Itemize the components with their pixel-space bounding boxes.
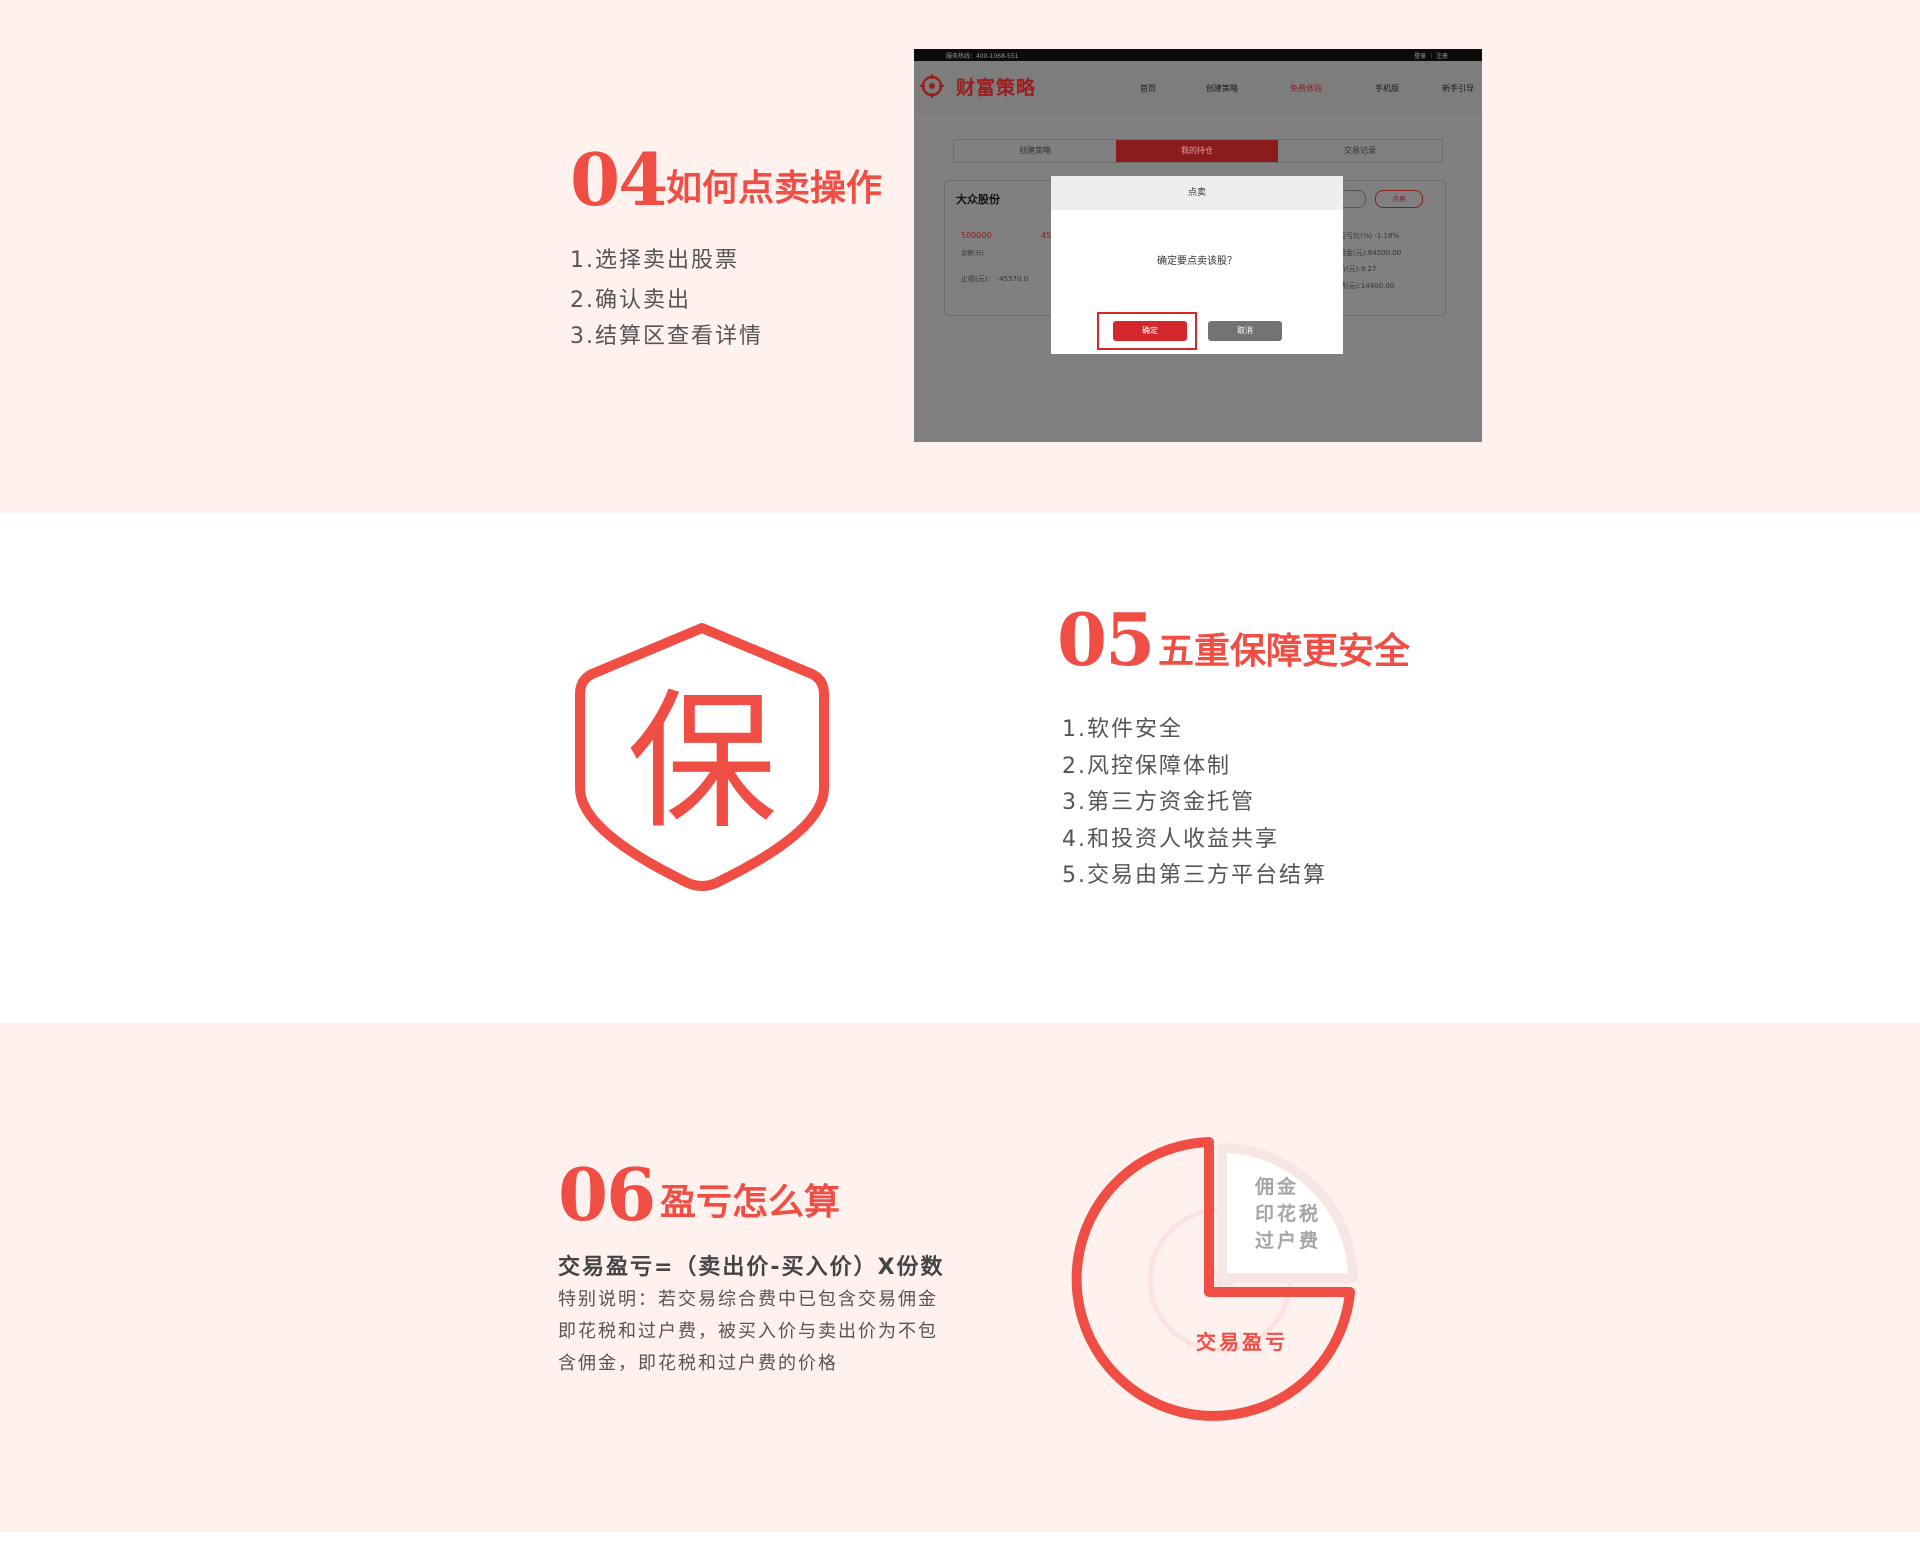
top-bar: 服务热线：400-1068-551 登录 ｜ 注册 [914, 49, 1482, 61]
stoploss-text: 止损(元)： -45570.0 [961, 275, 1029, 283]
shield-icon: 保 [575, 623, 829, 891]
pnl-ratio: 盈亏比(%) -1.18% [1339, 232, 1400, 240]
sell-demo-screenshot: 服务热线：400-1068-551 登录 ｜ 注册 财富策略 首页 创建策略 免… [914, 49, 1482, 442]
note-line: 特别说明：若交易综合费中已包含交易佣金 [558, 1289, 938, 1310]
step-4-title: 如何点卖操作 [666, 168, 883, 209]
dialog-title: 点卖 [1051, 176, 1343, 210]
step-5-item: 2.风控保障体制 [1062, 753, 1231, 779]
dialog-message: 确定要点卖该股？ [1157, 256, 1237, 267]
step-5-title: 五重保障更安全 [1158, 631, 1411, 672]
tab-my-positions[interactable]: 我的持仓 [1116, 140, 1278, 162]
sell-button[interactable]: 点卖 [1375, 190, 1423, 208]
amount-label: 金额(元) [961, 250, 984, 257]
hotline-text: 服务热线：400-1068-551 [946, 53, 1019, 60]
step-4-item: 3.结算区查看详情 [570, 324, 763, 349]
note-line: 即花税和过户费，被买入价与卖出价为不包 [558, 1321, 938, 1342]
shield-character: 保 [627, 676, 777, 850]
fee-label-transfer: 过户费 [1255, 1230, 1322, 1252]
step-5-item: 5.交易由第三方平台结算 [1062, 863, 1327, 888]
step-5-number: 05 [1057, 597, 1155, 682]
nav-bar: 财富策略 首页 创建策略 免费体验 手机版 新手引导 [914, 61, 1482, 115]
nav-create-strategy[interactable]: 创建策略 [1206, 83, 1238, 94]
logo-text: 财富策略 [956, 77, 1037, 99]
step-4-list: 1.选择卖出股票 2.确认卖出 3.结算区查看详情 [570, 242, 763, 350]
fee-label-stamp-duty: 印花税 [1255, 1203, 1322, 1225]
step-4-item: 2.确认卖出 [570, 288, 691, 313]
tab-trade-records[interactable]: 交易记录 [1278, 140, 1442, 162]
step-5-item: 4.和投资人收益共享 [1062, 826, 1279, 852]
price-value: 价(元):9.27 [1339, 265, 1377, 273]
cancel-button[interactable]: 取消 [1208, 321, 1282, 341]
stock-code-suffix: 45 [1041, 231, 1052, 240]
nav-free-trial[interactable]: 免费体验 [1290, 83, 1322, 94]
login-register-links[interactable]: 登录 ｜ 注册 [1414, 51, 1448, 60]
step-5-item: 1.软件安全 [1062, 717, 1183, 742]
tab-create-strategy[interactable]: 创建策略 [954, 140, 1116, 162]
pnl-label: 交易盈亏 [1196, 1330, 1288, 1354]
nav-mobile[interactable]: 手机版 [1375, 83, 1399, 94]
pnl-pie-diagram: ¥ [1071, 1137, 1358, 1421]
step-4-item: 1.选择卖出股票 [570, 248, 739, 273]
nav-guide[interactable]: 新手引导 [1442, 83, 1474, 94]
pnl-note: 特别说明：若交易综合费中已包含交易佣金 即花税和过户费，被买入价与卖出价为不包 … [558, 1284, 978, 1380]
step-6-title: 盈亏怎么算 [660, 1182, 841, 1223]
tab-bar: 创建策略 我的持仓 交易记录 [953, 139, 1443, 163]
step-6-number: 06 [558, 1152, 656, 1237]
confirm-button[interactable]: 确定 [1113, 321, 1187, 341]
nav-home[interactable]: 首页 [1140, 83, 1156, 94]
fee-label-commission: 佣金 [1255, 1176, 1300, 1198]
fee-value: 费(元):14400.00 [1339, 282, 1395, 290]
pnl-formula: 交易盈亏=（卖出价-买入价）X份数 [558, 1255, 945, 1280]
sell-confirm-dialog: 点卖 确定要点卖该股？ 确定 取消 [1051, 176, 1343, 354]
target-logo-icon [920, 74, 944, 98]
step-4-number: 04 [570, 137, 668, 222]
capital-value: 资金(元):64500.00 [1339, 249, 1402, 257]
step-5-item: 3.第三方资金托管 [1062, 790, 1255, 815]
note-line: 含佣金，即花税和过户费的价格 [558, 1353, 838, 1374]
stock-name: 大众股份 [956, 193, 1000, 206]
section-6-band [0, 1023, 1920, 1532]
step-5-list: 1.软件安全 2.风控保障体制 3.第三方资金托管 4.和投资人收益共享 5.交… [1062, 712, 1327, 895]
stock-code: 500000 [961, 231, 992, 240]
